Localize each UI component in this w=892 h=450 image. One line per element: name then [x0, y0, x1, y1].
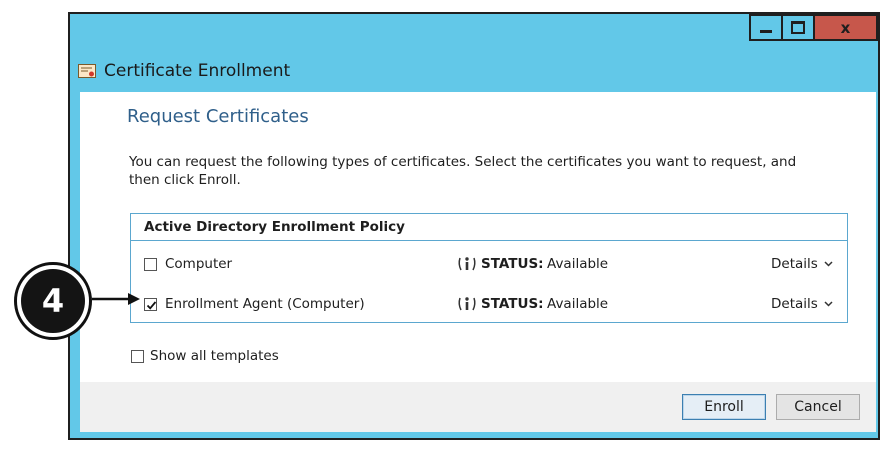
close-icon: x [840, 18, 851, 37]
cancel-button[interactable]: Cancel [776, 394, 860, 420]
minimize-button[interactable] [749, 14, 783, 41]
checkmark-icon [146, 300, 157, 310]
footer-bar: Enroll Cancel [80, 382, 876, 432]
details-label: Details [771, 256, 818, 272]
certificate-enrollment-window: x Certificate Enrollment Request Certifi… [68, 12, 880, 440]
enroll-button[interactable]: Enroll [682, 394, 766, 420]
info-icon [458, 297, 476, 311]
enrollment-agent-checkbox[interactable] [144, 297, 157, 311]
info-icon [458, 257, 476, 271]
chevron-down-icon [824, 301, 833, 307]
step-callout: 4 [14, 262, 92, 340]
list-item: Enrollment Agent (Computer) STATUS: Avai… [131, 290, 847, 318]
step-number: 4 [21, 269, 85, 333]
title-bar: Certificate Enrollment [78, 58, 290, 84]
maximize-icon [791, 21, 805, 34]
chevron-down-icon [824, 261, 833, 267]
status-value: Available [547, 296, 609, 312]
page-description: You can request the following types of c… [129, 154, 797, 188]
show-all-templates[interactable]: Show all templates [131, 348, 279, 364]
minimize-icon [760, 30, 772, 33]
show-all-label: Show all templates [150, 348, 279, 364]
arrow-icon [92, 293, 140, 305]
computer-checkbox[interactable] [144, 257, 157, 271]
page-title: Request Certificates [127, 106, 309, 127]
maximize-button[interactable] [781, 14, 815, 41]
policy-title: Active Directory Enrollment Policy [131, 214, 847, 241]
status-key: STATUS: [481, 256, 544, 272]
details-label: Details [771, 296, 818, 312]
window-title: Certificate Enrollment [104, 61, 291, 81]
client-area: Request Certificates You can request the… [80, 92, 876, 382]
details-button[interactable]: Details [771, 256, 833, 272]
item-label: Enrollment Agent (Computer) [165, 296, 365, 312]
status-key: STATUS: [481, 296, 544, 312]
list-item: Computer STATUS: Available Details [131, 250, 847, 278]
show-all-checkbox[interactable] [131, 349, 144, 363]
close-button[interactable]: x [813, 14, 878, 41]
certificate-icon [78, 64, 96, 78]
details-button[interactable]: Details [771, 296, 833, 312]
item-label: Computer [165, 256, 233, 272]
status-value: Available [547, 256, 609, 272]
enrollment-policy-panel: Active Directory Enrollment Policy Compu… [130, 213, 848, 323]
